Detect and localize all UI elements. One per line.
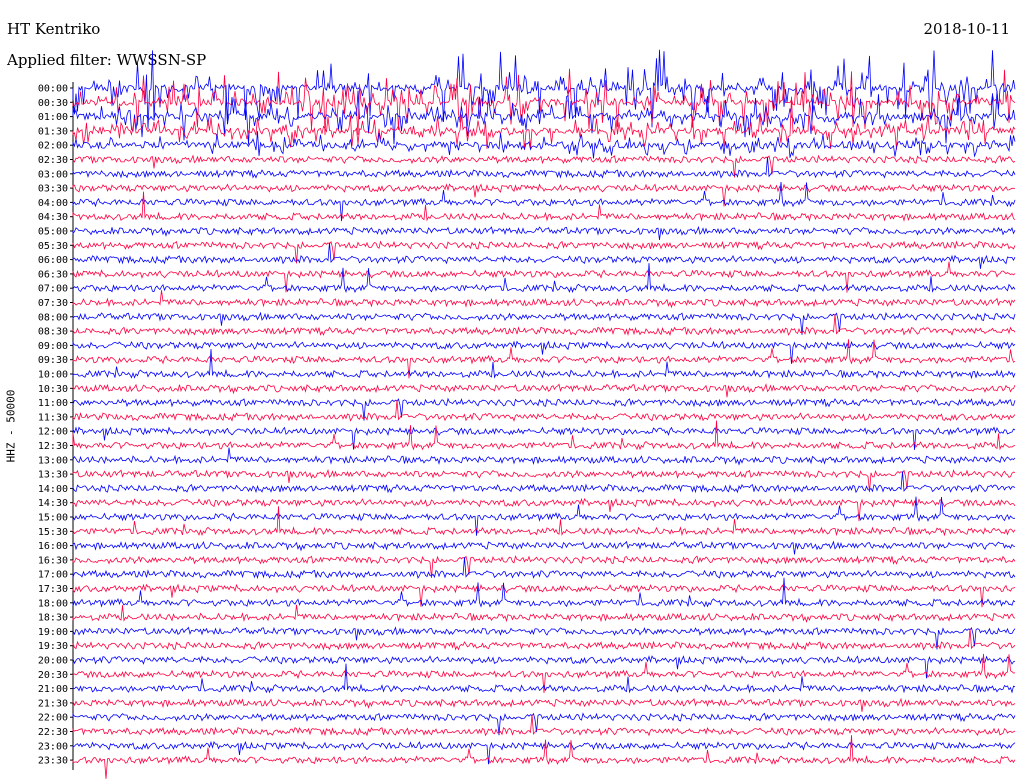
trace-row [72, 577, 1016, 608]
row-time-label: 02:00 [38, 141, 68, 152]
row-time-label: 04:00 [38, 198, 68, 209]
trace-row [72, 554, 1016, 578]
row-time-label: 06:00 [38, 255, 68, 266]
row-time-label: 17:00 [38, 570, 68, 581]
trace-row [72, 626, 1016, 650]
trace-row [72, 471, 1016, 494]
trace-row [72, 240, 1016, 264]
trace-row [72, 604, 1016, 624]
trace-row [72, 697, 1016, 712]
trace-row [72, 96, 1016, 150]
trace-row [72, 506, 1016, 537]
row-time-label: 13:00 [38, 455, 68, 466]
row-time-label: 13:30 [38, 470, 68, 481]
trace-row [72, 655, 1016, 679]
row-time-label: 17:30 [38, 584, 68, 595]
helicorder-plot: 00:00 00:30 01:00 01:30 02:00 02:30 03:00 03:30… [38, 49, 1016, 779]
row-time-label: 15:00 [38, 513, 68, 524]
row-time-label: 05:30 [38, 241, 68, 252]
row-time-label: 20:30 [38, 670, 68, 681]
row-time-label: 21:00 [38, 684, 68, 695]
trace-row [72, 68, 1016, 136]
trace-row [72, 348, 1016, 380]
row-time-label: 14:00 [38, 484, 68, 495]
row-time-label: 23:30 [38, 756, 68, 767]
row-time-label: 08:30 [38, 327, 68, 338]
trace-row [72, 540, 1016, 555]
row-time-label: 12:00 [38, 427, 68, 438]
row-time-label: 16:00 [38, 541, 68, 552]
row-time-label: 04:30 [38, 212, 68, 223]
row-time-label: 05:00 [38, 227, 68, 238]
trace-row [72, 263, 1016, 294]
trace-row [72, 735, 1016, 779]
row-time-label: 21:30 [38, 698, 68, 709]
row-time-label: 22:30 [38, 727, 68, 738]
row-time-label: 15:30 [38, 527, 68, 538]
trace-row [72, 383, 1016, 398]
row-time-label: 00:30 [38, 98, 68, 109]
trace-row [72, 447, 1016, 466]
row-time-label: 03:00 [38, 169, 68, 180]
row-time-label: 20:00 [38, 656, 68, 667]
row-time-label: 16:30 [38, 555, 68, 566]
row-time-label: 23:00 [38, 741, 68, 752]
row-time-label: 19:00 [38, 627, 68, 638]
trace-row [72, 191, 1016, 222]
trace-row [72, 311, 1016, 335]
row-time-label: 09:00 [38, 341, 68, 352]
row-time-label: 19:30 [38, 641, 68, 652]
trace-row [72, 420, 1016, 451]
row-time-label: 10:30 [38, 384, 68, 395]
row-time-label: 18:00 [38, 598, 68, 609]
row-time-label: 14:30 [38, 498, 68, 509]
trace-row [72, 468, 1016, 493]
trace-row [72, 290, 1016, 309]
trace-row [72, 131, 1016, 159]
row-time-label: 06:30 [38, 269, 68, 280]
row-time-label: 22:00 [38, 713, 68, 724]
row-time-label: 12:30 [38, 441, 68, 452]
row-time-label: 02:30 [38, 155, 68, 166]
row-time-label: 07:30 [38, 298, 68, 309]
trace-row [72, 399, 1016, 422]
row-time-label: 01:30 [38, 126, 68, 137]
trace-row [72, 225, 1016, 240]
row-time-label: 08:00 [38, 312, 68, 323]
row-time-label: 11:00 [38, 398, 68, 409]
row-time-label: 03:30 [38, 184, 68, 195]
row-time-label: 01:00 [38, 112, 68, 123]
row-time-label: 18:30 [38, 613, 68, 624]
row-time-label: 00:00 [38, 84, 68, 95]
row-time-label: 07:00 [38, 284, 68, 295]
row-time-label: 10:00 [38, 370, 68, 381]
row-time-label: 11:30 [38, 412, 68, 423]
trace-row [72, 426, 1016, 450]
row-time-label: 09:30 [38, 355, 68, 366]
